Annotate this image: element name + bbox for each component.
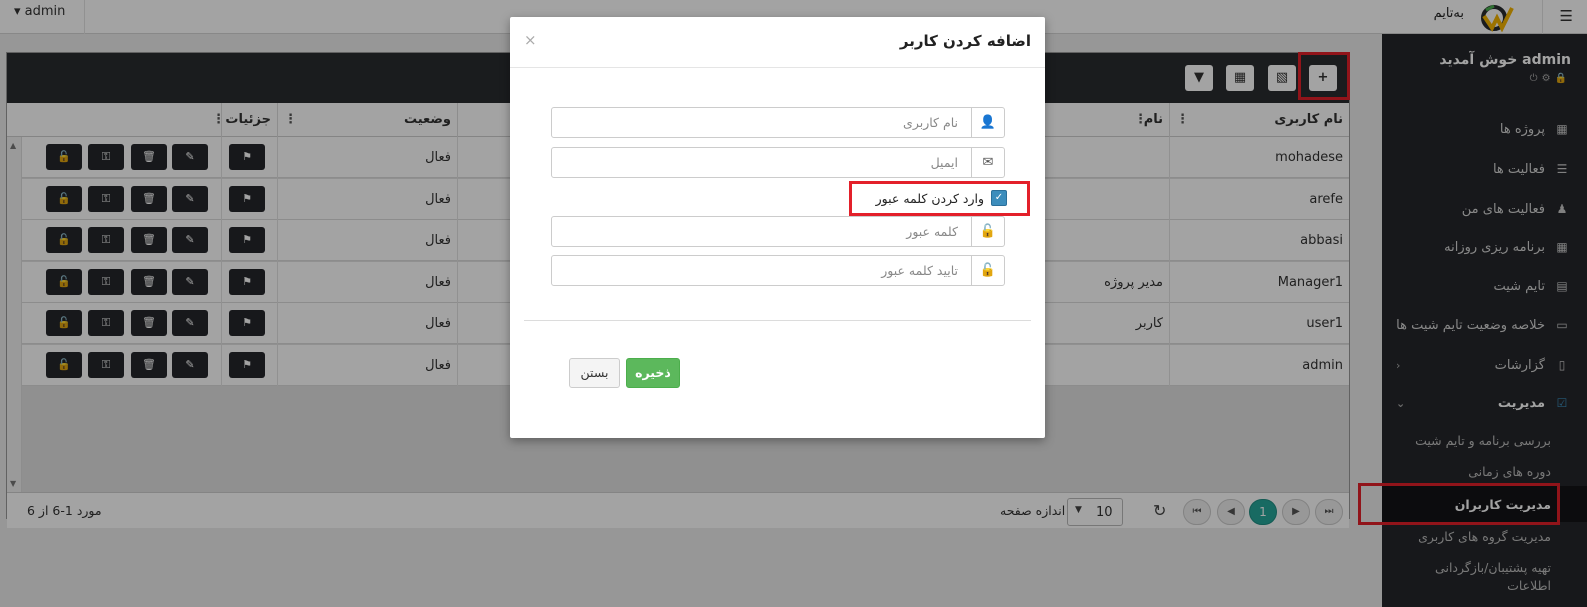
envelope-icon: ✉ — [971, 148, 1004, 177]
highlight-set-password — [849, 181, 1030, 216]
password-field: 🔓 — [551, 216, 1005, 247]
email-input[interactable] — [552, 148, 970, 177]
dialog-title: اضافه کردن کاربر — [899, 32, 1031, 50]
username-input[interactable] — [552, 108, 970, 137]
add-user-dialog: اضافه کردن کاربر × 👤 ✉ ✓ وارد کردن کلمه … — [510, 17, 1045, 438]
divider — [524, 320, 1031, 321]
password-input[interactable] — [552, 217, 970, 246]
confirm-password-field: 🔓 — [551, 255, 1005, 286]
username-field: 👤 — [551, 107, 1005, 138]
unlock-icon: 🔓 — [971, 256, 1004, 285]
close-button[interactable]: بستن — [569, 358, 620, 388]
user-icon: 👤 — [971, 108, 1004, 137]
email-field: ✉ — [551, 147, 1005, 178]
confirm-password-input[interactable] — [552, 256, 970, 285]
dialog-header: اضافه کردن کاربر × — [510, 17, 1045, 68]
unlock-icon: 🔓 — [971, 217, 1004, 246]
close-icon[interactable]: × — [524, 31, 537, 49]
save-button[interactable]: ذخیره — [626, 358, 680, 388]
